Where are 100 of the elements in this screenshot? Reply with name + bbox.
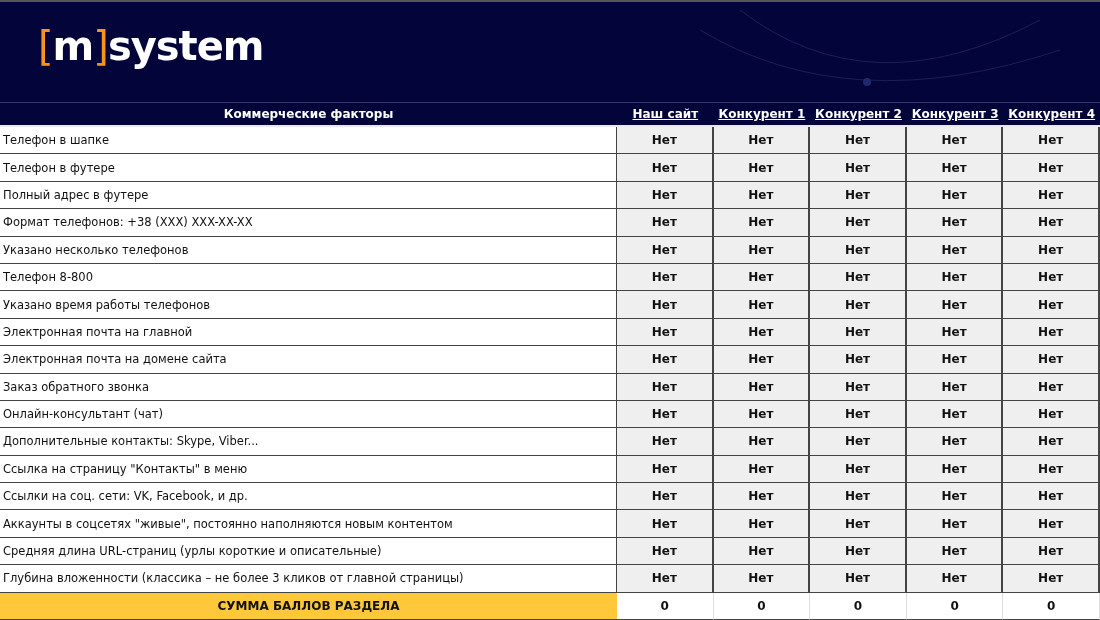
value-cell: Нет [906,400,1004,429]
value-cell: Нет [617,127,714,155]
total-label: СУММА БАЛЛОВ РАЗДЕЛА [0,592,617,620]
value-cell: Нет [810,346,907,374]
value-cell: Нет [906,428,1004,456]
column-header: Конкурент 3 [906,102,1004,125]
value-cell: Нет [617,263,714,292]
value-cell: Нет [810,565,907,593]
value-cell: Нет [810,400,907,429]
value-cell: Нет [617,565,714,593]
factor-cell: Указано несколько телефонов [0,236,617,264]
value-cell: Нет [1003,483,1100,511]
value-cell: Нет [906,154,1004,182]
value-cell: Нет [810,455,907,484]
column-header: Конкурент 2 [810,102,907,125]
value-cell: Нет [617,181,714,210]
value-cell: Нет [1003,291,1100,319]
factor-cell: Телефон в шапке [0,127,617,155]
factor-cell: Телефон в футере [0,154,617,182]
value-cell: Нет [810,181,907,210]
value-cell: Нет [810,263,907,292]
value-cell: Нет [906,318,1004,347]
total-cell: 0 [617,592,714,620]
factor-cell: Дополнительные контакты: Skype, Viber... [0,428,617,456]
value-cell: Нет [906,483,1004,511]
value-cell: Нет [810,318,907,347]
value-cell: Нет [906,236,1004,264]
total-cell: 0 [906,592,1004,620]
factor-cell: Средняя длина URL-страниц (урлы короткие и описательные) [0,537,617,566]
factor-cell: Заказ обратного звонка [0,373,617,401]
factor-cell: Указано время работы телефонов [0,291,617,319]
value-cell: Нет [1003,510,1100,538]
factor-cell: Аккаунты в соцсетях "живые", постоянно наполняются новым контентом [0,510,617,538]
value-cell: Нет [906,263,1004,292]
value-cell: Нет [810,373,907,401]
value-cell: Нет [810,291,907,319]
value-cell: Нет [713,565,811,593]
value-cell: Нет [1003,565,1100,593]
value-cell: Нет [713,455,811,484]
factor-cell: Полный адрес в футере [0,181,617,210]
value-cell: Нет [713,154,811,182]
value-cell: Нет [617,510,714,538]
value-cell: Нет [810,483,907,511]
value-cell: Нет [1003,154,1100,182]
value-cell: Нет [617,455,714,484]
factor-cell: Глубина вложенности (классика – не более 3 кликов от главной страницы) [0,565,617,593]
value-cell: Нет [617,318,714,347]
value-cell: Нет [810,537,907,566]
factor-cell: Онлайн-консультант (чат) [0,400,617,429]
value-cell: Нет [1003,209,1100,237]
value-cell: Нет [617,428,714,456]
value-cell: Нет [713,236,811,264]
value-cell: Нет [810,154,907,182]
value-cell: Нет [906,373,1004,401]
factor-cell: Ссылка на страницу "Контакты" в меню [0,455,617,484]
value-cell: Нет [713,537,811,566]
value-cell: Нет [906,537,1004,566]
value-cell: Нет [617,373,714,401]
value-cell: Нет [617,291,714,319]
value-cell: Нет [1003,428,1100,456]
value-cell: Нет [1003,346,1100,374]
value-cell: Нет [713,318,811,347]
value-cell: Нет [713,400,811,429]
value-cell: Нет [1003,236,1100,264]
value-cell: Нет [1003,373,1100,401]
value-cell: Нет [713,291,811,319]
value-cell: Нет [617,154,714,182]
value-cell: Нет [810,127,907,155]
value-cell: Нет [906,127,1004,155]
value-cell: Нет [906,291,1004,319]
value-cell: Нет [810,510,907,538]
value-cell: Нет [713,483,811,511]
factor-cell: Электронная почта на домене сайта [0,346,617,374]
value-cell: Нет [1003,400,1100,429]
value-cell: Нет [906,209,1004,237]
value-cell: Нет [713,127,811,155]
value-cell: Нет [617,236,714,264]
column-header: Конкурент 4 [1003,102,1100,125]
value-cell: Нет [713,373,811,401]
value-cell: Нет [1003,181,1100,210]
factor-cell: Ссылки на соц. сети: VK, Facebook, и др. [0,483,617,511]
value-cell: Нет [713,181,811,210]
value-cell: Нет [1003,455,1100,484]
value-cell: Нет [906,510,1004,538]
value-cell: Нет [713,209,811,237]
column-header: Конкурент 1 [713,102,811,125]
value-cell: Нет [713,263,811,292]
factor-cell: Телефон 8-800 [0,263,617,292]
total-cell: 0 [1003,592,1100,620]
total-cell: 0 [713,592,811,620]
factor-cell: Электронная почта на главной [0,318,617,347]
value-cell: Нет [617,346,714,374]
value-cell: Нет [713,428,811,456]
value-cell: Нет [617,483,714,511]
value-cell: Нет [906,181,1004,210]
value-cell: Нет [1003,127,1100,155]
value-cell: Нет [810,209,907,237]
value-cell: Нет [810,428,907,456]
value-cell: Нет [617,209,714,237]
value-cell: Нет [617,400,714,429]
